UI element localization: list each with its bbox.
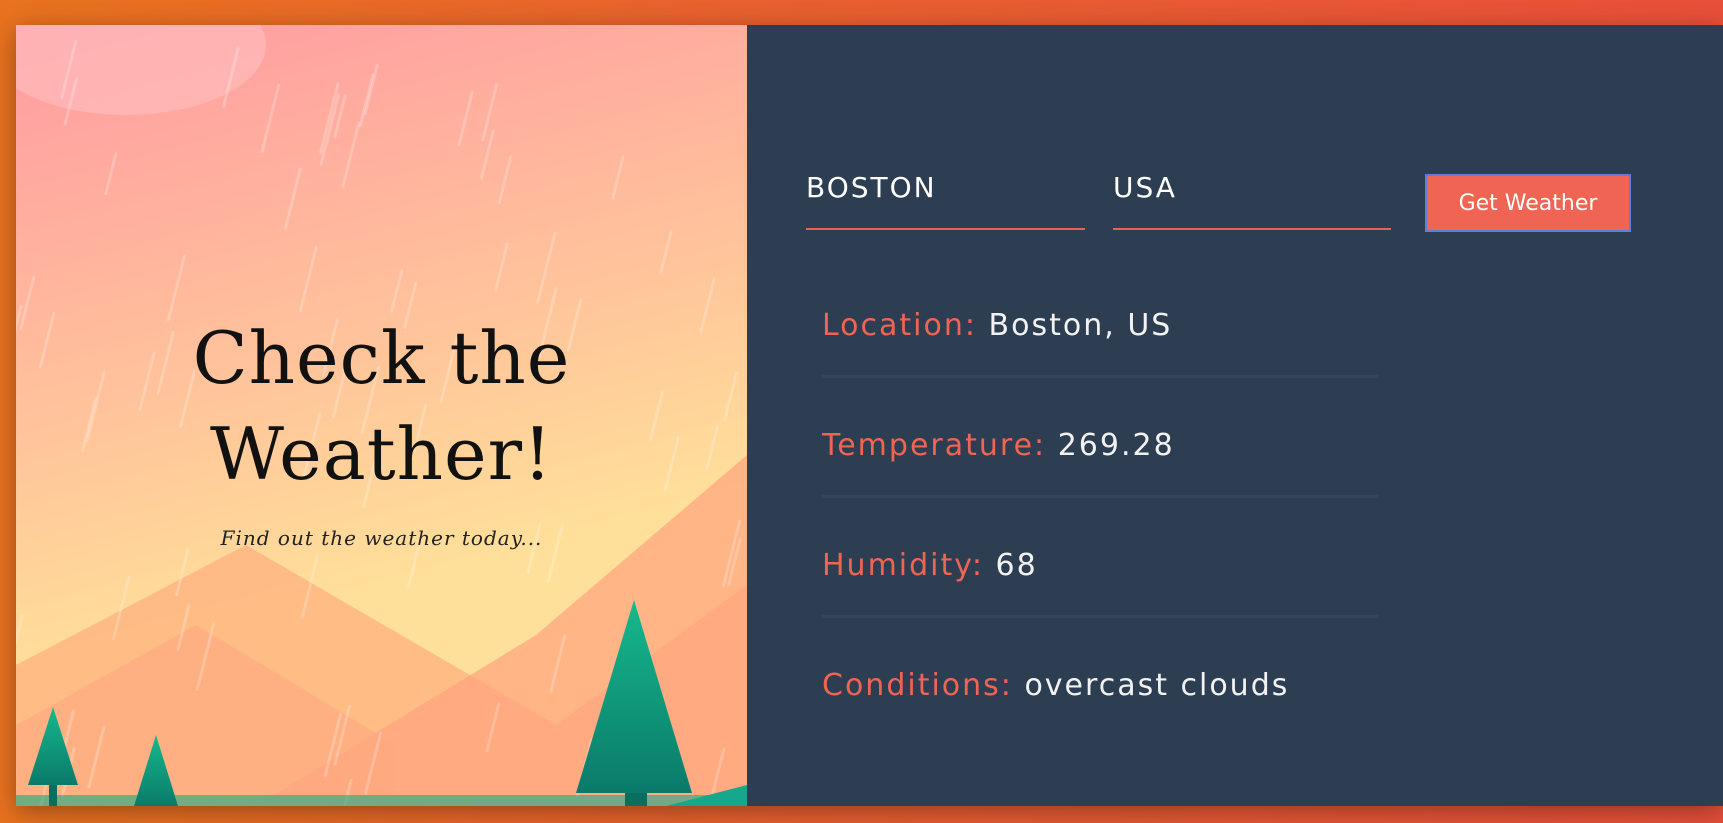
hero-panel: Check the Weather! Find out the weather … [16,25,747,806]
hero-text: Check the Weather! Find out the weather … [16,310,747,550]
divider [822,495,1378,498]
location-row: Location: Boston, US [822,302,1378,350]
divider [822,375,1378,378]
page-title: Check the Weather! [16,310,747,502]
humidity-value: 68 [995,548,1038,583]
title-line-2: Weather! [210,412,553,496]
country-input[interactable] [1113,150,1391,224]
conditions-row: Conditions: overcast clouds [822,662,1378,710]
conditions-label: Conditions: [822,668,1013,703]
title-line-1: Check the [192,316,571,400]
temperature-row: Temperature: 269.28 [822,422,1378,470]
location-value: Boston, US [988,308,1173,343]
location-label: Location: [822,308,977,343]
page-subtitle: Find out the weather today... [220,526,543,550]
conditions-value: overcast clouds [1024,668,1290,703]
divider [822,615,1378,618]
get-weather-button[interactable]: Get Weather [1425,174,1631,232]
city-field [806,150,1085,230]
country-field [1113,150,1391,230]
temperature-label: Temperature: [822,428,1047,463]
humidity-label: Humidity: [822,548,984,583]
humidity-row: Humidity: 68 [822,542,1378,590]
temperature-value: 269.28 [1057,428,1175,463]
city-input[interactable] [806,150,1085,224]
